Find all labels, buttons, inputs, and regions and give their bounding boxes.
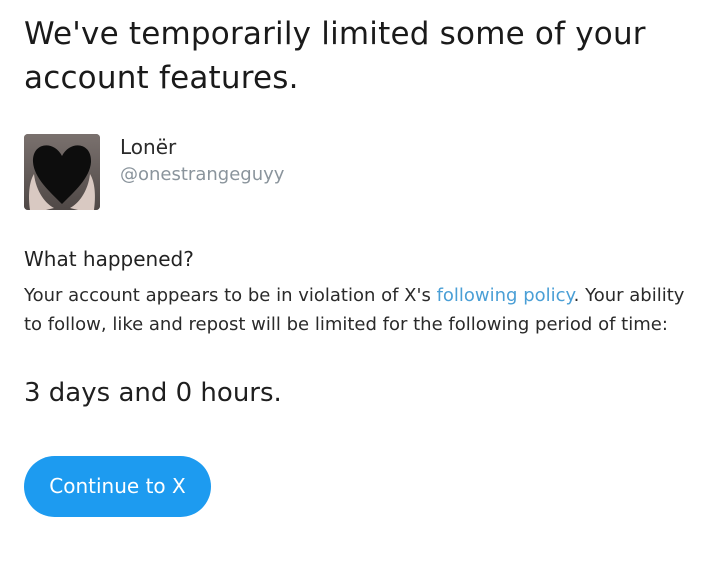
limitation-duration: 3 days and 0 hours. (24, 378, 282, 408)
violation-description: Your account appears to be in violation … (24, 281, 700, 339)
avatar-heart-image (24, 134, 100, 210)
following-policy-link[interactable]: following policy (437, 285, 574, 306)
account-profile: Lonër @onestrangeguyy (24, 134, 424, 210)
what-happened-heading: What happened? (24, 247, 194, 271)
continue-button[interactable]: Continue to X (24, 456, 211, 517)
user-handle: @onestrangeguyy (120, 164, 285, 185)
violation-text-start: Your account appears to be in violation … (24, 285, 437, 306)
page-title: We've temporarily limited some of your a… (24, 16, 646, 96)
display-name: Lonër (120, 135, 177, 159)
avatar (24, 134, 100, 210)
